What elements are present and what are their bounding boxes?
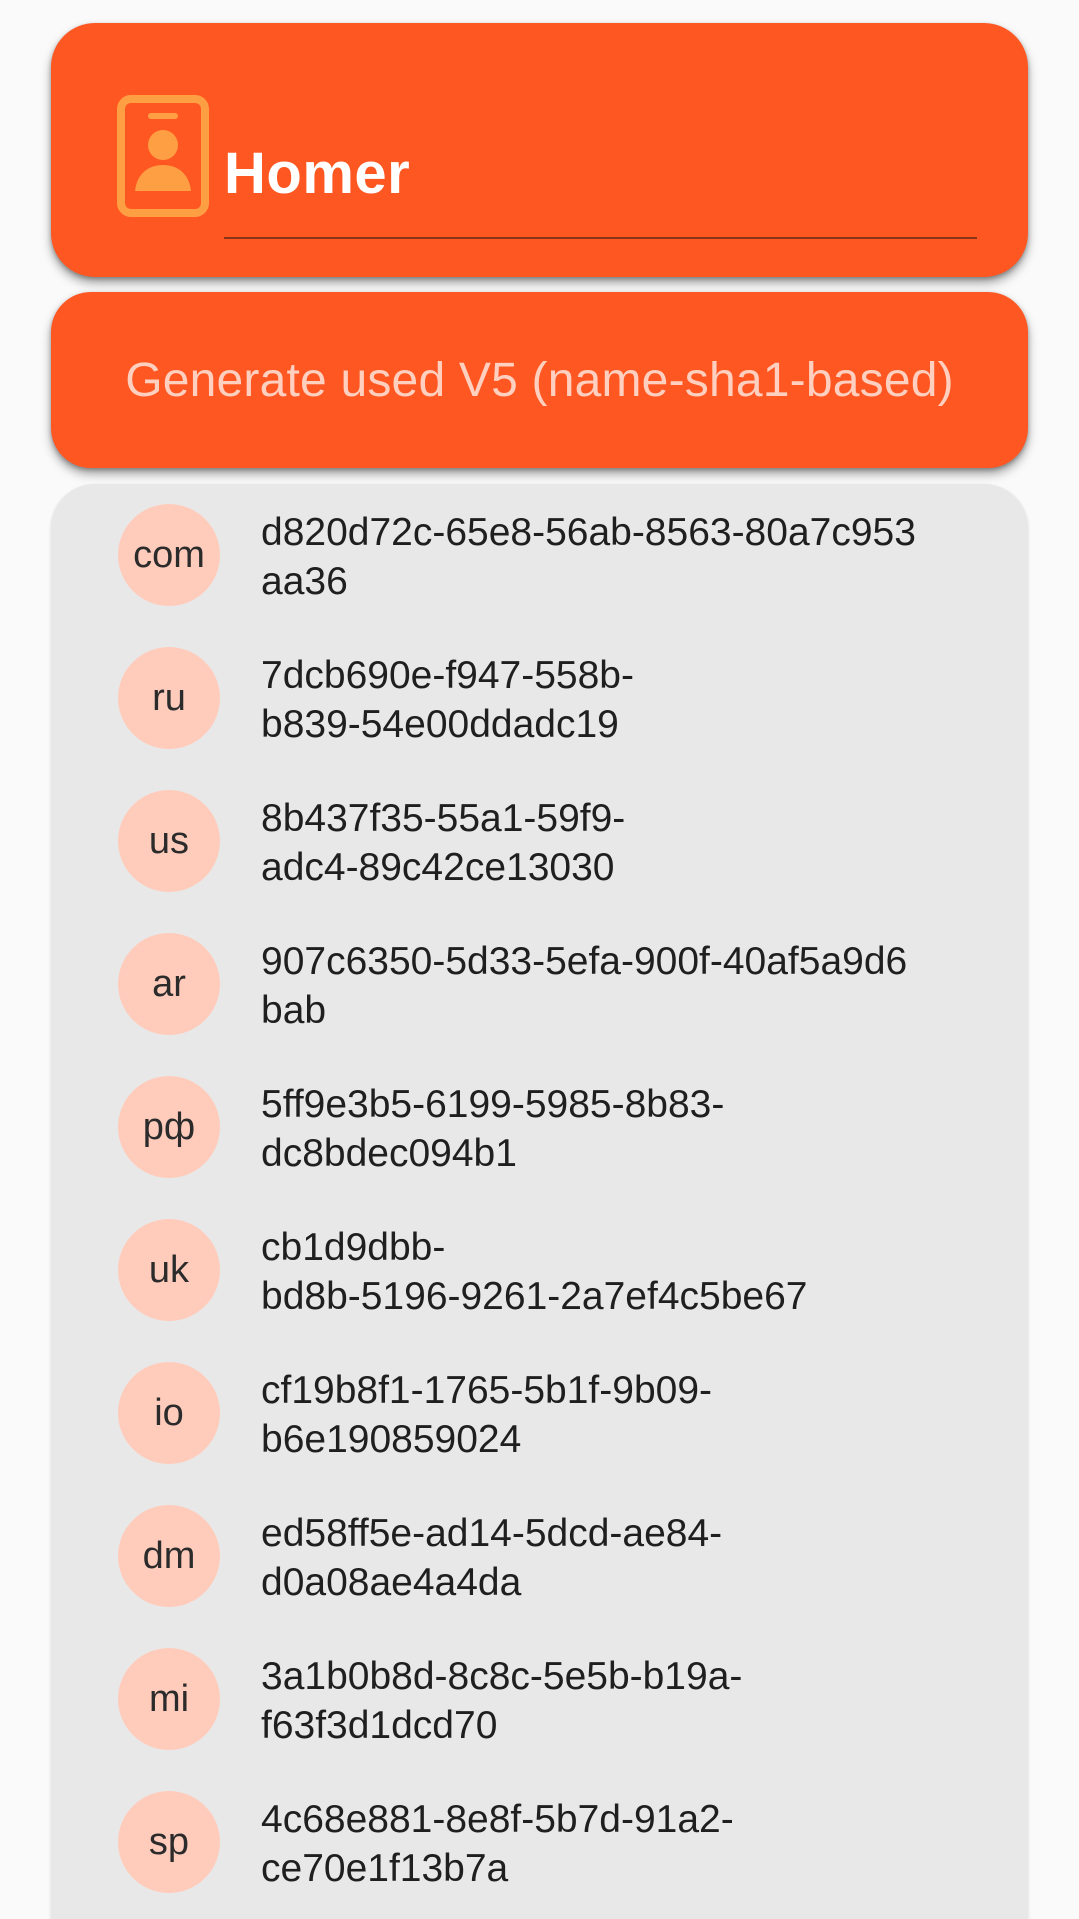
uuid-value: cf19b8f1-1765-5b1f-9b09- b6e190859024 xyxy=(261,1369,712,1461)
uuid-list-item-mi: mi 3a1b0b8d-8c8c-5e5b-b19a- f63f3d1dcd70 xyxy=(51,1628,1028,1771)
uuid-value: 5ff9e3b5-6199-5985-8b83- dc8bdec094b1 xyxy=(261,1083,725,1175)
uuid-list-item-us: us 8b437f35-55a1-59f9- adc4-89c42ce13030 xyxy=(51,770,1028,913)
uuid-value: 4c68e881-8e8f-5b7d-91a2- ce70e1f13b7a xyxy=(261,1798,734,1890)
tld-avatar: mi xyxy=(118,1648,220,1750)
uuid-value: ed58ff5e-ad14-5dcd-ae84- d0a08ae4a4da xyxy=(261,1512,723,1604)
tld-avatar: ru xyxy=(118,647,220,749)
tld-avatar: dm xyxy=(118,1505,220,1607)
name-input-card: Homer xyxy=(51,23,1028,277)
uuid-list-item-rf: рф 5ff9e3b5-6199-5985-8b83- dc8bdec094b1 xyxy=(51,1056,1028,1199)
uuid-value: 8b437f35-55a1-59f9- adc4-89c42ce13030 xyxy=(261,797,626,889)
uuid-value: 3a1b0b8d-8c8c-5e5b-b19a- f63f3d1dcd70 xyxy=(261,1655,743,1747)
uuid-generator-screen: Homer Generate used V5 (name-sha1-based)… xyxy=(0,0,1079,1919)
tld-avatar: uk xyxy=(118,1219,220,1321)
uuid-list-item-ar: ar 907c6350-5d33-5efa-900f-40af5a9d6 bab xyxy=(51,913,1028,1056)
tld-avatar: ar xyxy=(118,933,220,1035)
uuid-list-item-com: com d820d72c-65e8-56ab-8563-80a7c953 aa3… xyxy=(51,484,1028,627)
generated-uuid-list[interactable]: com d820d72c-65e8-56ab-8563-80a7c953 aa3… xyxy=(51,484,1028,1919)
uuid-list-item-uk: uk cb1d9dbb- bd8b-5196-9261-2a7ef4c5be67 xyxy=(51,1199,1028,1342)
uuid-value: 907c6350-5d33-5efa-900f-40af5a9d6 bab xyxy=(261,940,908,1032)
tld-avatar: com xyxy=(118,504,220,606)
contact-badge-icon xyxy=(117,95,209,217)
name-field[interactable]: Homer xyxy=(224,115,977,239)
tld-avatar: sp xyxy=(118,1791,220,1893)
name-input-underline xyxy=(224,237,977,239)
generate-v5-button-label: Generate used V5 (name-sha1-based) xyxy=(125,353,954,407)
uuid-list-item-sp: sp 4c68e881-8e8f-5b7d-91a2- ce70e1f13b7a xyxy=(51,1771,1028,1914)
name-input-value[interactable]: Homer xyxy=(224,139,410,209)
uuid-value: d820d72c-65e8-56ab-8563-80a7c953 aa36 xyxy=(261,511,916,603)
uuid-list-item-ru: ru 7dcb690e-f947-558b- b839-54e00ddadc19 xyxy=(51,627,1028,770)
uuid-list-item-dm: dm ed58ff5e-ad14-5dcd-ae84- d0a08ae4a4da xyxy=(51,1485,1028,1628)
tld-avatar: рф xyxy=(118,1076,220,1178)
tld-avatar: io xyxy=(118,1362,220,1464)
tld-avatar: us xyxy=(118,790,220,892)
generate-v5-button[interactable]: Generate used V5 (name-sha1-based) xyxy=(51,292,1028,468)
uuid-value: cb1d9dbb- bd8b-5196-9261-2a7ef4c5be67 xyxy=(261,1226,808,1318)
uuid-list-item-io: io cf19b8f1-1765-5b1f-9b09- b6e190859024 xyxy=(51,1342,1028,1485)
uuid-value: 7dcb690e-f947-558b- b839-54e00ddadc19 xyxy=(261,654,634,746)
